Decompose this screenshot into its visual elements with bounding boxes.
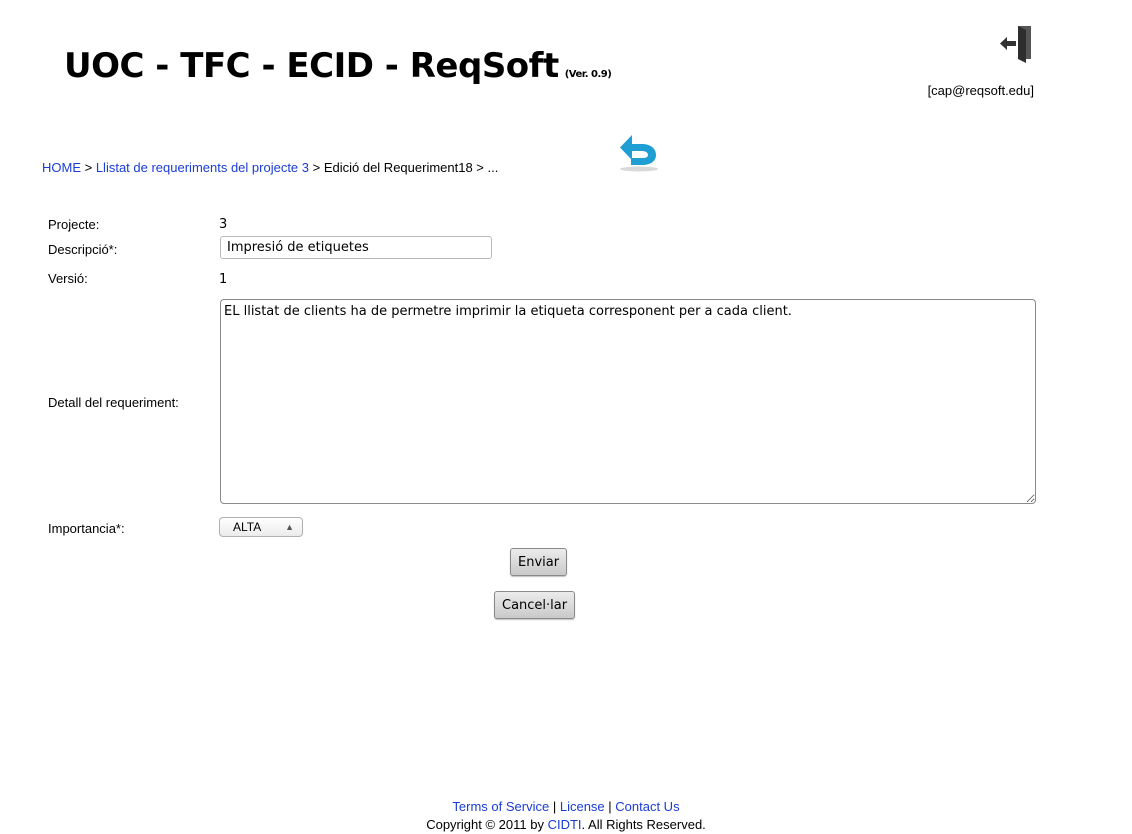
footer-separator: |: [549, 799, 560, 814]
importance-label: Importancia*:: [48, 521, 125, 536]
description-label: Descripció*:: [48, 242, 118, 257]
breadcrumb-separator: >: [81, 160, 96, 175]
footer-separator: |: [604, 799, 616, 814]
back-arrow-icon[interactable]: [617, 131, 661, 173]
cidti-link[interactable]: CIDTI: [548, 817, 582, 832]
terms-of-service-link[interactable]: Terms of Service: [452, 799, 549, 814]
breadcrumb: HOME > Llistat de requeriments del proje…: [42, 160, 498, 175]
breadcrumb-home-link[interactable]: HOME: [42, 160, 81, 175]
contact-us-link[interactable]: Contact Us: [615, 799, 679, 814]
cancel-button[interactable]: Cancel·lar: [494, 591, 576, 619]
submit-button[interactable]: Enviar: [510, 548, 568, 576]
detail-textarea[interactable]: EL llistat de clients ha de permetre imp…: [220, 299, 1036, 504]
app-title: UOC - TFC - ECID - ReqSoft: [64, 46, 559, 86]
copyright-suffix: . All Rights Reserved.: [581, 817, 706, 832]
license-link[interactable]: License: [560, 799, 605, 814]
description-input[interactable]: [220, 236, 492, 259]
detail-label: Detall del requeriment:: [48, 395, 179, 410]
version-label: Versió:: [48, 271, 88, 286]
footer-links: Terms of Service | License | Contact Us: [0, 798, 1132, 816]
page-title: UOC - TFC - ECID - ReqSoft (Ver. 0.9): [64, 46, 612, 86]
copyright: Copyright © 2011 by CIDTI. All Rights Re…: [0, 816, 1132, 834]
project-label: Projecte:: [48, 217, 100, 232]
copyright-prefix: Copyright © 2011 by: [426, 817, 548, 832]
importance-selected-value: ALTA: [233, 520, 262, 534]
version-value: 1: [219, 272, 228, 287]
select-arrows-icon: ▲︎: [285, 522, 294, 532]
breadcrumb-requirements-list-link[interactable]: Llistat de requeriments del projecte 3: [96, 160, 309, 175]
breadcrumb-current: > Edició del Requeriment18 > ...: [309, 160, 499, 175]
logout-icon[interactable]: [1000, 24, 1034, 64]
footer: Terms of Service | License | Contact Us …: [0, 798, 1132, 834]
user-email: [cap@reqsoft.edu]: [927, 83, 1034, 98]
version-label: (Ver. 0.9): [564, 69, 612, 80]
project-value: 3: [219, 217, 228, 232]
importance-select[interactable]: ALTA ▲︎: [219, 517, 303, 537]
